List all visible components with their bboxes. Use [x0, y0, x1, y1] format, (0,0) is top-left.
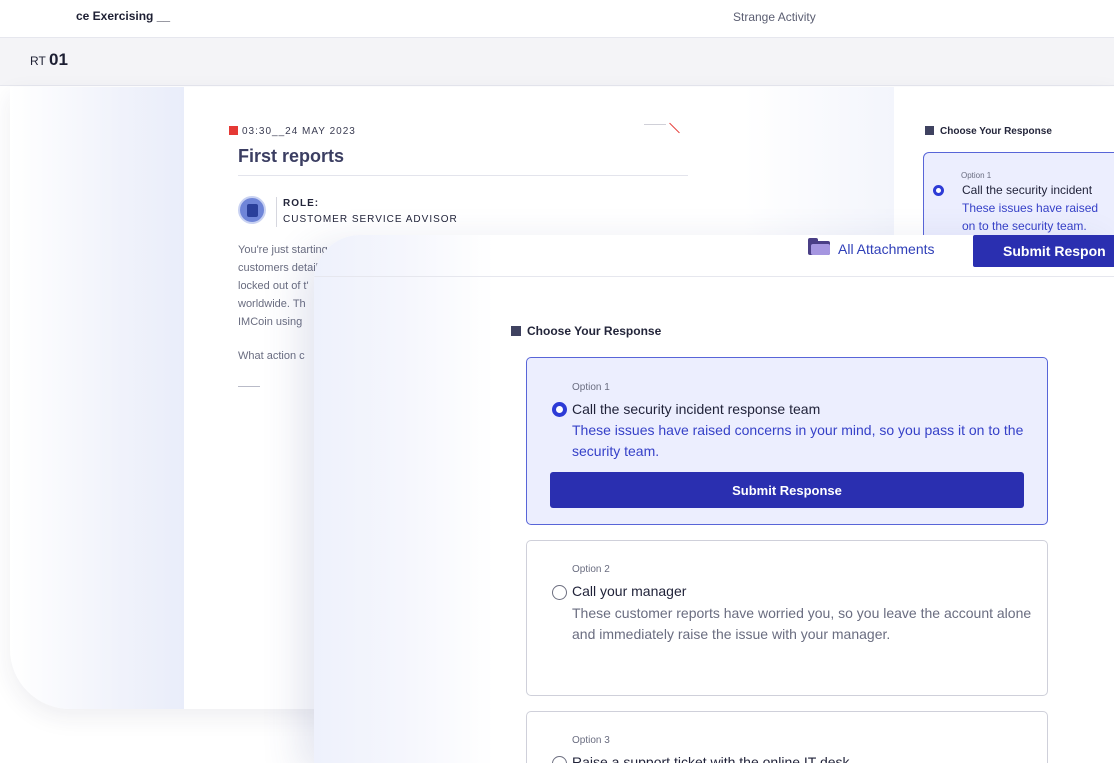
- report-timestamp: 03:30__24 MAY 2023: [229, 126, 356, 137]
- breadcrumb[interactable]: ce Exercising __: [76, 9, 170, 23]
- decorative-line: [644, 124, 666, 125]
- option-card-2[interactable]: Option 2 Call your manager These custome…: [526, 540, 1048, 696]
- option-label: Option 1: [572, 382, 610, 393]
- radio-unselected-icon[interactable]: [552, 756, 567, 763]
- option-description: These customer reports have worried you,…: [572, 605, 1032, 642]
- option-label: Option 1: [961, 171, 992, 180]
- square-bullet-icon: [925, 126, 934, 135]
- option-title: Call the security incident response team: [572, 401, 821, 417]
- decorative-gradient: [314, 235, 494, 763]
- option-card-3[interactable]: Option 3 Raise a support ticket with the…: [526, 711, 1048, 763]
- choose-heading: Choose Your Response: [925, 126, 1052, 137]
- role-value: CUSTOMER SERVICE ADVISOR: [283, 214, 458, 225]
- part-bar: RT 01: [0, 38, 1114, 86]
- option-description: These issues have raised concerns in you…: [572, 422, 1024, 459]
- report-title: First reports: [238, 146, 345, 166]
- submit-response-button[interactable]: Submit Respon: [973, 235, 1114, 267]
- role-label: ROLE:: [283, 198, 320, 209]
- timestamp-text: 03:30__24 MAY 2023: [242, 126, 356, 137]
- submit-response-button[interactable]: Submit Response: [550, 472, 1024, 508]
- square-bullet-icon: [511, 326, 521, 336]
- choose-heading-text: Choose Your Response: [527, 324, 662, 338]
- red-square-icon: [229, 126, 238, 135]
- option-label: Option 3: [572, 735, 610, 746]
- all-attachments-link[interactable]: All Attachments: [838, 241, 935, 257]
- divider: [238, 386, 260, 387]
- part-label: RT: [30, 54, 46, 68]
- option-card-1[interactable]: Option 1 Call the security incident resp…: [526, 357, 1048, 525]
- choose-heading-text: Choose Your Response: [940, 126, 1052, 137]
- option-title: Raise a support ticket with the online I…: [572, 754, 850, 763]
- top-bar: ce Exercising __ Strange Activity: [0, 0, 1114, 38]
- option-label: Option 2: [572, 564, 610, 575]
- scenario-title: Strange Activity: [733, 10, 816, 24]
- option-card-selected[interactable]: Option 1 Call the security incident Thes…: [923, 152, 1114, 242]
- radio-unselected-icon[interactable]: [552, 585, 567, 600]
- divider: [276, 197, 277, 227]
- part-number: 01: [49, 50, 68, 69]
- decorative-gradient: [10, 87, 184, 709]
- option-description: These issues have raised: [962, 201, 1099, 215]
- option-description: on to the security team.: [962, 219, 1087, 233]
- option-title: Call the security incident: [962, 183, 1093, 197]
- radio-selected-icon[interactable]: [933, 185, 944, 196]
- option-title: Call your manager: [572, 583, 687, 599]
- role-avatar: [238, 196, 266, 224]
- choose-heading: Choose Your Response: [511, 324, 661, 338]
- folder-icon[interactable]: [808, 238, 830, 255]
- divider: [238, 175, 688, 176]
- foreground-window: All Attachments Submit Respon Choose You…: [314, 235, 1114, 763]
- radio-selected-icon[interactable]: [552, 402, 567, 417]
- response-toolbar: All Attachments Submit Respon: [314, 235, 1114, 277]
